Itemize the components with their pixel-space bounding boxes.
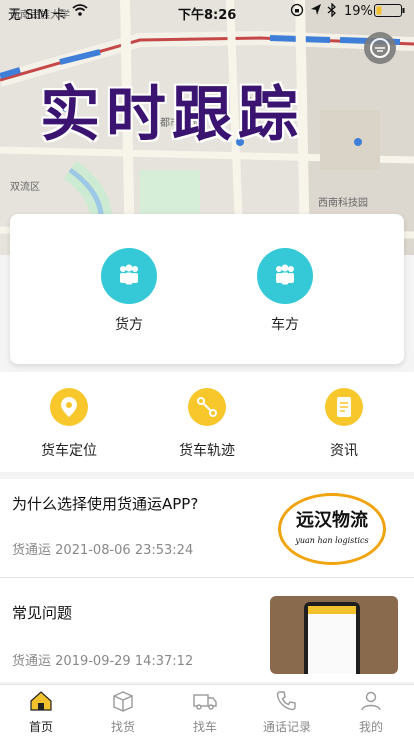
function-row: 货车定位 货车轨迹 资讯 bbox=[0, 372, 414, 472]
tab-find-goods[interactable]: 找货 bbox=[82, 690, 164, 735]
news-time: 2021-08-06 23:53:24 bbox=[55, 543, 194, 558]
tab-call-log[interactable]: 通话记录 bbox=[246, 690, 328, 735]
tab-find-truck[interactable]: 找车 bbox=[164, 690, 246, 735]
map-title: 实时跟踪 bbox=[40, 80, 304, 150]
news-item[interactable]: 常见问题 货通运 2019-09-29 14:37:12 bbox=[0, 578, 414, 682]
tab-label: 首页 bbox=[28, 720, 53, 734]
news-meta: 货通运 2021-08-06 23:53:24 bbox=[12, 539, 193, 558]
news-title: 常见问题 bbox=[12, 604, 73, 622]
tab-label: 通话记录 bbox=[262, 720, 311, 734]
home-icon bbox=[30, 691, 52, 711]
chat-icon bbox=[370, 38, 390, 58]
phone-icon bbox=[276, 691, 296, 711]
truck-location-button[interactable]: 货车定位 bbox=[19, 388, 119, 460]
people-icon bbox=[101, 248, 157, 304]
lock-rotation-icon bbox=[290, 3, 304, 21]
people-icon bbox=[257, 248, 313, 304]
logo-subtext: yuan han logistics bbox=[295, 536, 369, 545]
tab-label: 找货 bbox=[110, 720, 135, 734]
role-label: 车方 bbox=[271, 317, 299, 333]
news-info-button[interactable]: 资讯 bbox=[294, 388, 394, 460]
map-chat-button[interactable] bbox=[364, 32, 396, 64]
news-source: 货通运 bbox=[12, 654, 52, 669]
truck-track-button[interactable]: 货车轨迹 bbox=[157, 388, 257, 460]
news-item[interactable]: 为什么选择使用货通运APP? 货通运 2021-08-06 23:53:24 远… bbox=[0, 479, 414, 577]
carrier-text: 无 SIM 卡 bbox=[8, 8, 66, 23]
wifi-icon bbox=[72, 3, 88, 21]
tab-home[interactable]: 首页 bbox=[0, 690, 82, 735]
bottom-tab-bar: 首页 找货 找车 通话记录 我的 bbox=[0, 684, 414, 737]
user-icon bbox=[361, 691, 381, 711]
role-cargo-owner[interactable]: 货方 bbox=[99, 248, 159, 334]
news-thumbnail-logo: 远汉物流 yuan han logistics bbox=[278, 493, 386, 565]
document-icon bbox=[325, 388, 363, 426]
status-bar: 无 SIM 卡 下午8:26 19% bbox=[0, 0, 414, 23]
function-label: 资讯 bbox=[330, 443, 358, 459]
battery-icon bbox=[374, 4, 406, 21]
function-label: 货车定位 bbox=[41, 443, 97, 459]
battery-percent: 19% bbox=[344, 4, 373, 19]
news-title: 为什么选择使用货通运APP? bbox=[12, 495, 199, 513]
tab-profile[interactable]: 我的 bbox=[330, 690, 412, 735]
truck-icon bbox=[193, 694, 217, 710]
bluetooth-icon bbox=[327, 2, 337, 21]
role-label: 货方 bbox=[115, 317, 143, 333]
route-icon bbox=[188, 388, 226, 426]
location-arrow-icon bbox=[310, 3, 322, 21]
box-icon bbox=[113, 691, 133, 712]
tab-label: 找车 bbox=[192, 720, 217, 734]
role-selection-card: 货方 车方 bbox=[10, 214, 404, 364]
map-label: 双流区 bbox=[10, 180, 40, 193]
news-meta: 货通运 2019-09-29 14:37:12 bbox=[12, 650, 193, 669]
tab-label: 我的 bbox=[358, 720, 383, 734]
location-pin-icon bbox=[50, 388, 88, 426]
clock-text: 下午8:26 bbox=[178, 8, 237, 23]
map-label: 西南科技园 bbox=[318, 196, 368, 209]
news-time: 2019-09-29 14:37:12 bbox=[55, 654, 194, 669]
logo-text: 远汉物流 bbox=[296, 510, 368, 531]
role-carrier[interactable]: 车方 bbox=[255, 248, 315, 334]
function-label: 货车轨迹 bbox=[179, 443, 235, 459]
news-thumbnail-photo bbox=[270, 596, 398, 674]
news-source: 货通运 bbox=[12, 543, 52, 558]
